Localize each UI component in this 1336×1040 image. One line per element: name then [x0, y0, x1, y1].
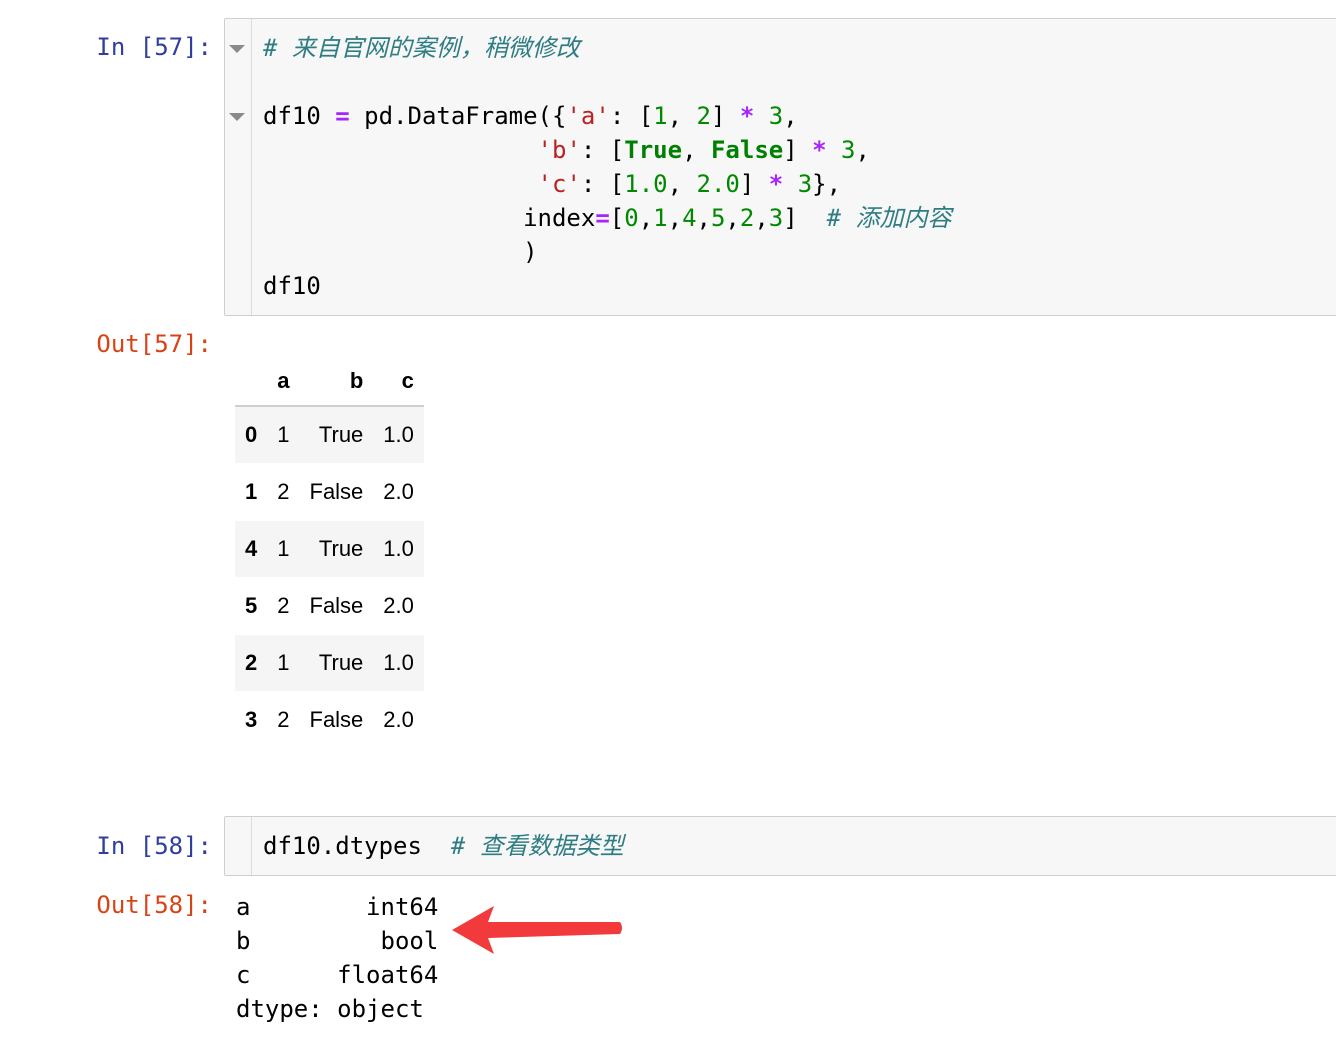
- code-line: index=[0,1,4,5,2,3] # 添加内容: [263, 204, 952, 232]
- table-cell: 2.0: [383, 479, 414, 504]
- code-line: df10 = pd.DataFrame({'a': [1, 2] * 3,: [263, 102, 798, 130]
- table-cell: False: [309, 707, 364, 732]
- table-cell: 1.0: [383, 650, 414, 675]
- code-line: df10.dtypes # 查看数据类型: [263, 832, 624, 860]
- table-cell: 2: [277, 707, 290, 732]
- code-line: 'c': [1.0, 2.0] * 3},: [537, 170, 842, 198]
- table-cell: True: [318, 650, 364, 675]
- table-cell: 1: [277, 422, 290, 447]
- fold-arrow-icon[interactable]: [229, 113, 245, 121]
- code-cell-57[interactable]: # 来自官网的案例，稍微修改 df10 = pd.DataFrame({'a':…: [224, 18, 1336, 316]
- row-index: 3: [245, 707, 258, 732]
- table-row: 0 1 True 1.0: [235, 406, 424, 464]
- table-cell: 2: [277, 479, 290, 504]
- code-line: 'b': [True, False] * 3,: [537, 136, 870, 164]
- table-row: 5 2 False 2.0: [235, 578, 424, 635]
- column-header: b: [299, 357, 374, 407]
- fold-gutter: [225, 19, 252, 315]
- table-body: 0 1 True 1.0 1 2 False 2.0 4 1 True 1.0 5 2 False 2.0 2 1…: [235, 406, 424, 749]
- code-cell-58[interactable]: df10.dtypes # 查看数据类型: [224, 816, 1336, 876]
- code-editor[interactable]: # 来自官网的案例，稍微修改 df10 = pd.DataFrame({'a':…: [263, 31, 952, 303]
- column-header: [235, 357, 268, 407]
- dataframe-table: abc 0 1 True 1.0 1 2 False 2.0 4 1 True 1.0 5 2 False 2…: [235, 357, 424, 749]
- table-cell: 1.0: [383, 536, 414, 561]
- table-header: abc: [235, 357, 424, 407]
- code-line: ): [263, 238, 538, 266]
- row-index: 5: [245, 593, 258, 618]
- row-index: 0: [245, 422, 258, 447]
- row-index: 4: [245, 536, 258, 561]
- code-line: # 来自官网的案例，稍微修改: [263, 34, 580, 62]
- input-prompt-58: In [58]:: [96, 832, 212, 860]
- output-prompt-58: Out[58]:: [96, 891, 212, 919]
- table-cell: True: [318, 536, 364, 561]
- table-cell: False: [309, 479, 364, 504]
- table-row: 2 1 True 1.0: [235, 634, 424, 692]
- output-prompt-57: Out[57]:: [96, 330, 212, 358]
- column-header: a: [267, 357, 300, 407]
- table-cell: 1.0: [383, 422, 414, 447]
- table-cell: True: [318, 422, 364, 447]
- fold-gutter: [225, 817, 252, 875]
- table-row: 4 1 True 1.0: [235, 520, 424, 578]
- code-editor[interactable]: df10.dtypes # 查看数据类型: [263, 829, 624, 863]
- table-cell: 2: [277, 593, 290, 618]
- row-index: 1: [245, 479, 258, 504]
- table-row: 1 2 False 2.0: [235, 464, 424, 521]
- row-index: 2: [245, 650, 258, 675]
- table-row: 3 2 False 2.0: [235, 692, 424, 749]
- input-prompt-57: In [57]:: [96, 33, 212, 61]
- table-cell: 2.0: [383, 593, 414, 618]
- arrow-icon: [452, 906, 622, 954]
- table-cell: 1: [277, 650, 290, 675]
- table-cell: 2.0: [383, 707, 414, 732]
- fold-arrow-icon[interactable]: [229, 45, 245, 53]
- table-cell: False: [309, 593, 364, 618]
- code-line: df10: [263, 272, 321, 300]
- dtypes-output: a int64 b bool c float64 dtype: object: [236, 893, 439, 1023]
- table-cell: 1: [277, 536, 290, 561]
- red-arrow-annotation: [452, 906, 622, 954]
- column-header: c: [373, 357, 424, 407]
